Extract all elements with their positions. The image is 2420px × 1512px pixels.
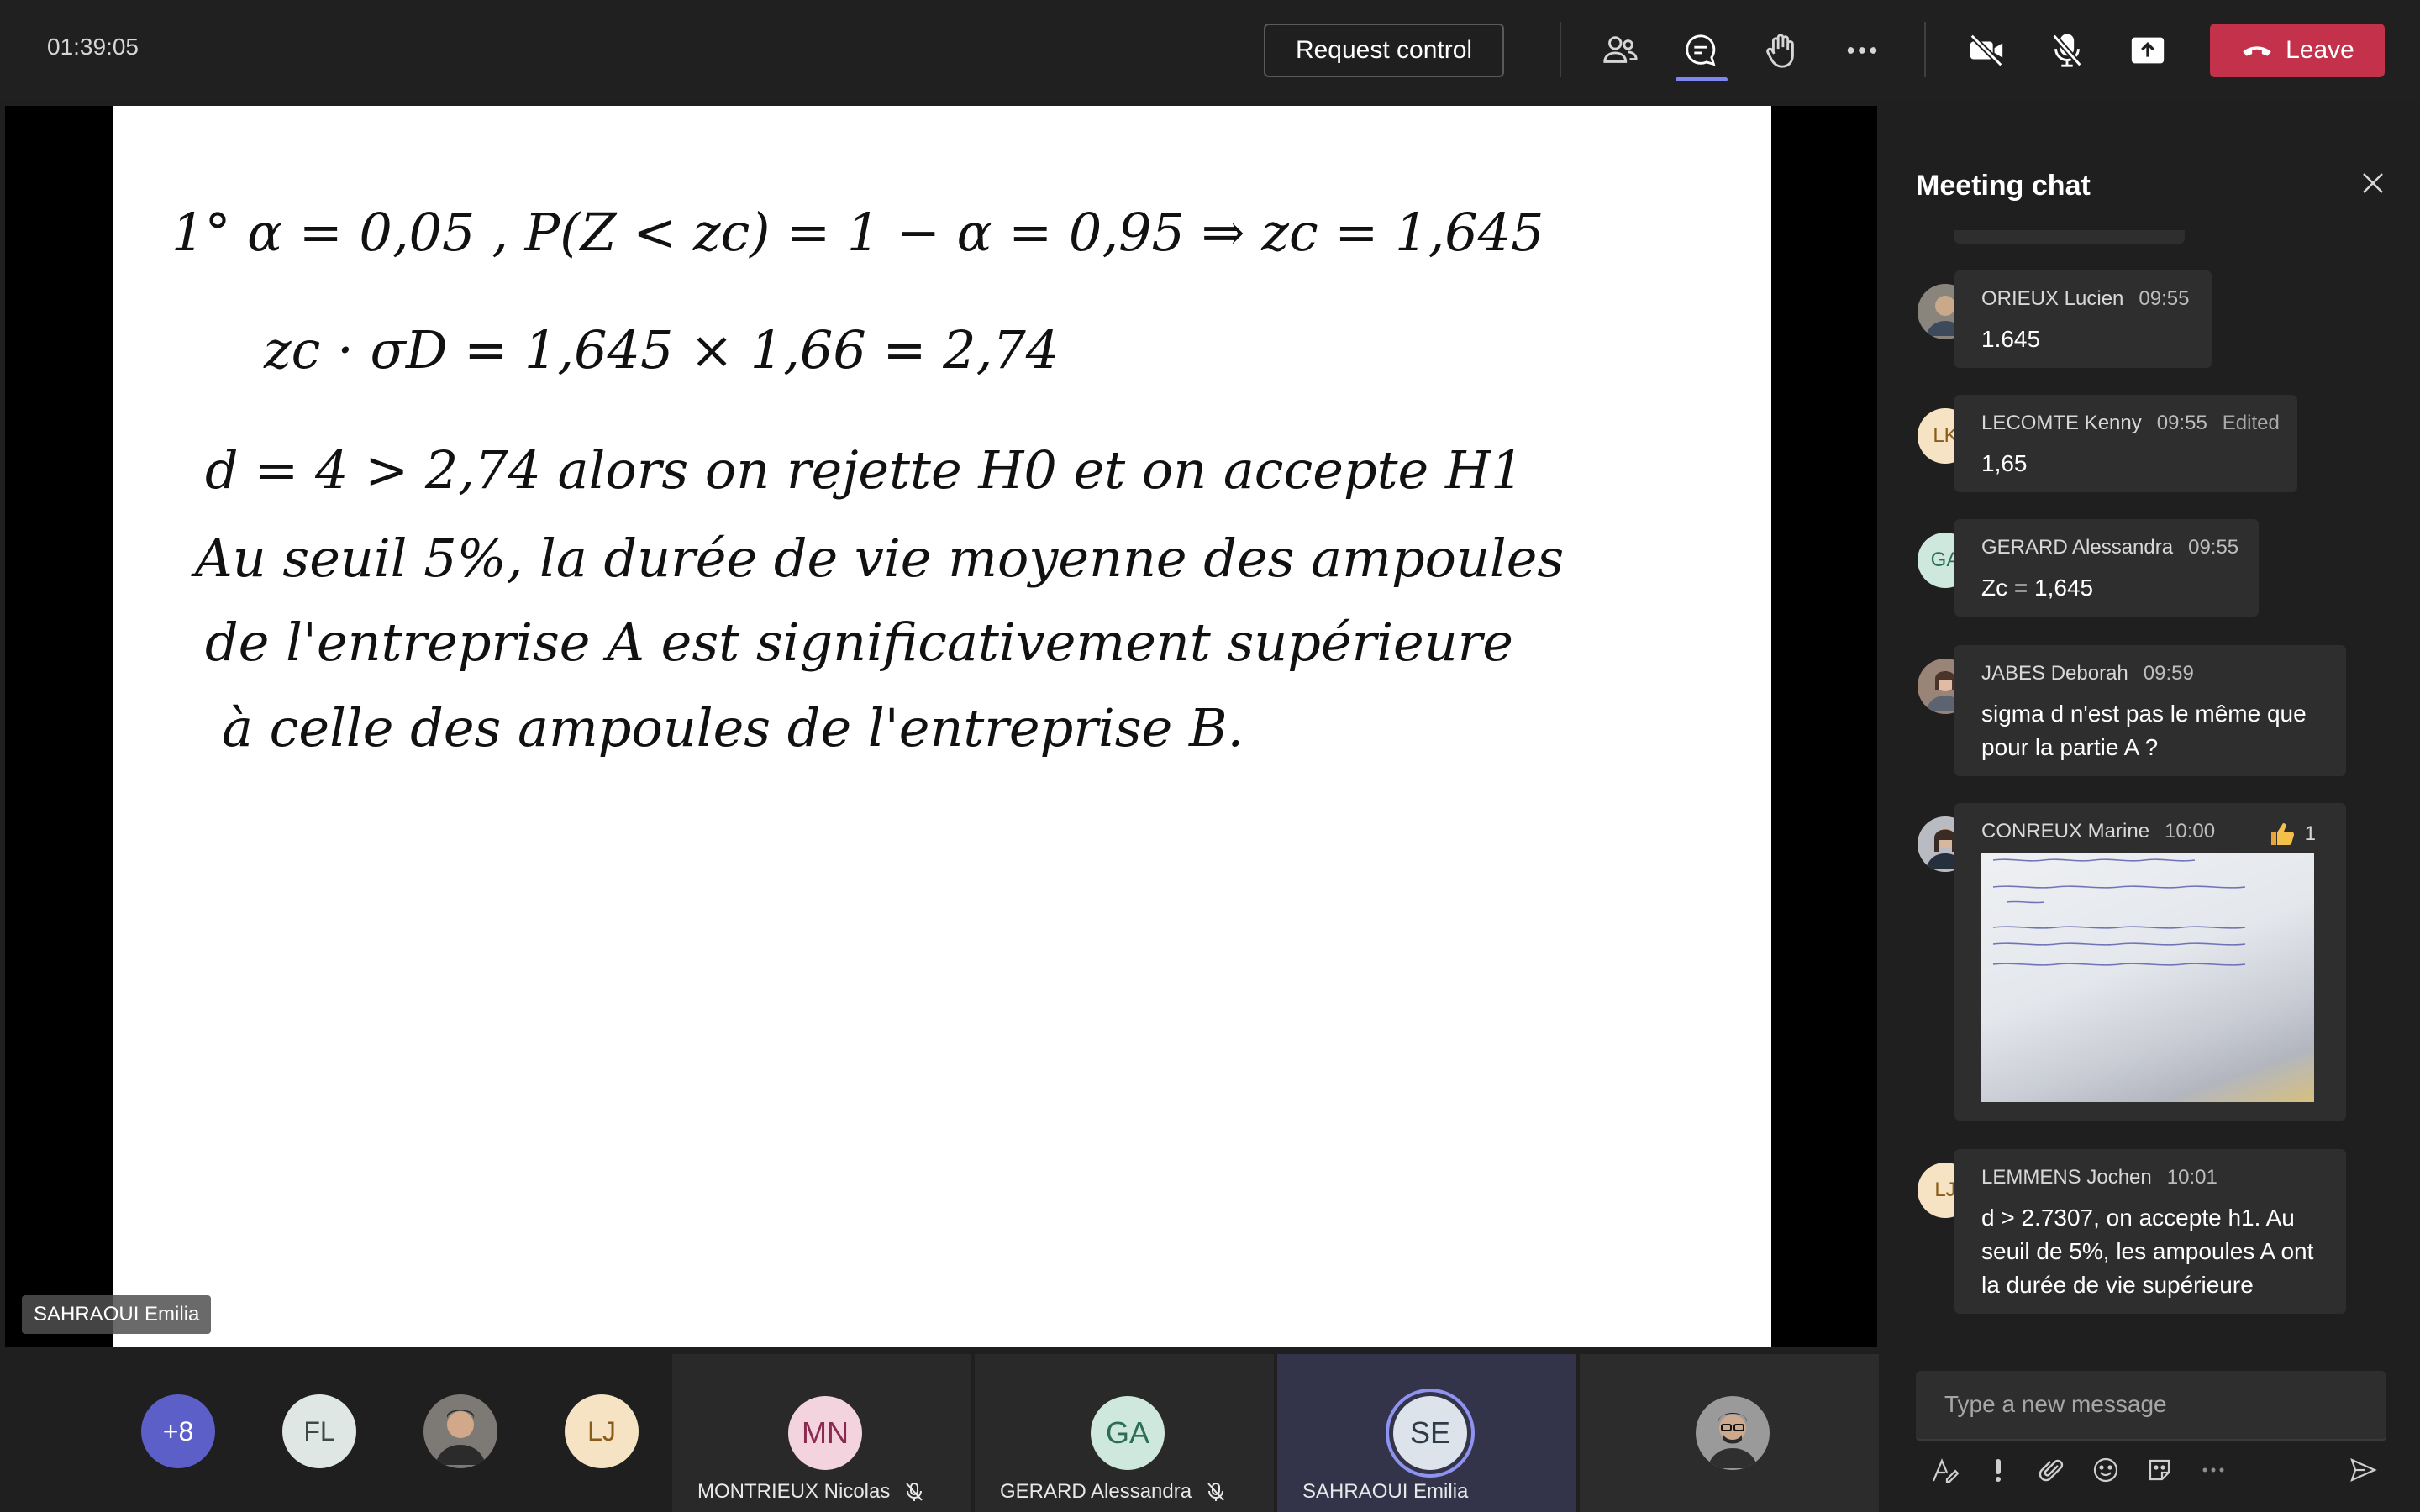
handwritten-notes: 1° α = 0,05 , P(Z < zc) = 1 − α = 0,95 ⇒… bbox=[171, 202, 1564, 759]
thumbs-up-icon bbox=[2270, 823, 2294, 845]
previous-message-bubble bbox=[1954, 230, 2185, 244]
leave-label: Leave bbox=[2286, 36, 2354, 64]
handwriting-line-6: à celle des ampoules de l'entreprise B. bbox=[222, 697, 1244, 759]
share-screen-icon[interactable] bbox=[2123, 25, 2173, 76]
sender-name: GERARD Alessandra bbox=[1981, 536, 2174, 559]
participant-avatar[interactable] bbox=[424, 1394, 497, 1468]
handwriting-line-2: zc · σD = 1,645 × 1,66 = 2,74 bbox=[263, 319, 1059, 381]
message-text: d > 2.7307, on accepte h1. Au seuil de 5… bbox=[1981, 1205, 2314, 1298]
compose-box[interactable] bbox=[1916, 1371, 2386, 1441]
participant-photo bbox=[424, 1394, 497, 1468]
request-control-button[interactable]: Request control bbox=[1264, 24, 1504, 77]
message-text: 1,65 bbox=[1981, 450, 2028, 476]
participant-tile[interactable] bbox=[1580, 1354, 1879, 1512]
chat-icon[interactable] bbox=[1676, 25, 1726, 76]
message-bubble[interactable]: ORIEUX Lucien 09:55 1.645 bbox=[1954, 270, 2212, 368]
send-icon[interactable] bbox=[2343, 1450, 2383, 1490]
shared-content-stage: 1° α = 0,05 , P(Z < zc) = 1 − α = 0,95 ⇒… bbox=[5, 106, 1877, 1347]
message-time: 09:55 bbox=[2139, 287, 2190, 310]
message-bubble[interactable]: GERARD Alessandra 09:55 Zc = 1,645 bbox=[1954, 519, 2259, 617]
message-text: 1.645 bbox=[1981, 326, 2041, 352]
edited-label: Edited bbox=[2222, 412, 2280, 434]
message-time: 10:01 bbox=[2166, 1166, 2217, 1189]
participant-avatar[interactable]: FL bbox=[282, 1394, 356, 1468]
mic-off-icon[interactable] bbox=[2042, 25, 2092, 76]
message-time: 09:55 bbox=[2156, 412, 2207, 434]
more-options-icon[interactable] bbox=[2193, 1450, 2233, 1490]
whiteboard-slide: 1° α = 0,05 , P(Z < zc) = 1 − α = 0,95 ⇒… bbox=[113, 106, 1771, 1347]
message-time: 09:59 bbox=[2143, 662, 2194, 685]
chat-panel-title: Meeting chat bbox=[1916, 170, 2091, 202]
meeting-timer: 01:39:05 bbox=[47, 34, 139, 60]
reaction-count: 1 bbox=[2304, 822, 2316, 845]
message-input[interactable] bbox=[1916, 1371, 2386, 1438]
sender-name: CONREUX Marine bbox=[1981, 820, 2150, 843]
format-icon[interactable] bbox=[1924, 1450, 1965, 1490]
message-text: sigma d n'est pas le même que pour la pa… bbox=[1981, 701, 2307, 760]
sticker-icon[interactable] bbox=[2139, 1450, 2180, 1490]
sender-name: LEMMENS Jochen bbox=[1981, 1166, 2152, 1189]
tile-avatar: SE bbox=[1393, 1396, 1467, 1470]
message-bubble[interactable]: JABES Deborah 09:59 sigma d n'est pas le … bbox=[1954, 645, 2346, 776]
mic-off-icon bbox=[906, 1483, 923, 1501]
sender-name: ORIEUX Lucien bbox=[1981, 287, 2124, 310]
handwriting-line-4: Au seuil 5%, la durée de vie moyenne des… bbox=[191, 528, 1564, 589]
attached-photo[interactable] bbox=[1981, 853, 2314, 1102]
people-icon[interactable] bbox=[1595, 25, 1645, 76]
close-icon[interactable] bbox=[2353, 163, 2393, 203]
emoji-icon[interactable] bbox=[2086, 1450, 2126, 1490]
leave-button[interactable]: Leave bbox=[2210, 24, 2385, 77]
handwritten-photo-content bbox=[1992, 858, 2246, 966]
mic-off-icon bbox=[1207, 1483, 1224, 1501]
participant-name: SAHRAOUI Emilia bbox=[1302, 1480, 1469, 1503]
participant-tile[interactable]: GA GERARD Alessandra bbox=[975, 1354, 1274, 1512]
meeting-chat-panel: Meeting chat ORIEUX Lucien 09:55 1.645 LK… bbox=[1882, 106, 2420, 1512]
meeting-toolbar: 01:39:05 Request control Leave bbox=[0, 0, 2420, 102]
raise-hand-icon[interactable] bbox=[1756, 25, 1807, 76]
handwriting-line-5: de l'entreprise A est significativement … bbox=[205, 612, 1513, 673]
camera-off-icon[interactable] bbox=[1961, 25, 2012, 76]
avatar-initials: LJ bbox=[587, 1415, 616, 1446]
presenter-name-label: SAHRAOUI Emilia bbox=[22, 1295, 212, 1334]
toolbar-divider bbox=[1560, 22, 1561, 77]
important-icon[interactable] bbox=[1978, 1450, 2018, 1490]
participant-name: MONTRIEUX Nicolas bbox=[697, 1480, 891, 1503]
more-participants-button[interactable]: +8 bbox=[141, 1394, 215, 1468]
message-bubble[interactable]: LECOMTE Kenny 09:55 Edited 1,65 bbox=[1954, 395, 2297, 492]
teams-meeting-window: 01:39:05 Request control Leave 1° α = 0,… bbox=[0, 0, 2420, 1512]
tile-avatar: GA bbox=[1091, 1396, 1165, 1470]
active-tab-indicator bbox=[1676, 77, 1728, 81]
sender-name: LECOMTE Kenny bbox=[1981, 412, 2142, 434]
participant-tile-speaking[interactable]: SE SAHRAOUI Emilia bbox=[1277, 1354, 1576, 1512]
message-text: Zc = 1,645 bbox=[1981, 575, 2094, 601]
message-time: 09:55 bbox=[2188, 536, 2239, 559]
participant-name: GERARD Alessandra bbox=[1000, 1480, 1192, 1503]
avatar-initials: LJ bbox=[1934, 1179, 1956, 1201]
like-reaction[interactable]: 1 bbox=[2268, 820, 2316, 848]
avatar-initials: FL bbox=[303, 1415, 335, 1446]
handwriting-line-1: 1° α = 0,05 , P(Z < zc) = 1 − α = 0,95 ⇒… bbox=[171, 202, 1544, 263]
toolbar-divider bbox=[1924, 22, 1926, 77]
tile-avatar bbox=[1696, 1396, 1770, 1470]
message-bubble[interactable]: LEMMENS Jochen 10:01 d > 2.7307, on accep… bbox=[1954, 1149, 2346, 1314]
sender-name: JABES Deborah bbox=[1981, 662, 2128, 685]
hang-up-icon bbox=[2243, 46, 2271, 56]
handwriting-line-3: d = 4 > 2,74 alors on rejette H0 et on a… bbox=[205, 439, 1523, 501]
more-icon[interactable] bbox=[1837, 25, 1887, 76]
participant-tile[interactable]: MN MONTRIEUX Nicolas bbox=[672, 1354, 971, 1512]
participant-avatar[interactable]: LJ bbox=[565, 1394, 639, 1468]
tile-avatar: MN bbox=[788, 1396, 862, 1470]
attach-icon[interactable] bbox=[2032, 1450, 2072, 1490]
message-time: 10:00 bbox=[2165, 820, 2216, 843]
participant-photo bbox=[1696, 1396, 1770, 1470]
message-bubble[interactable]: CONREUX Marine 10:00 1 bbox=[1954, 803, 2346, 1121]
